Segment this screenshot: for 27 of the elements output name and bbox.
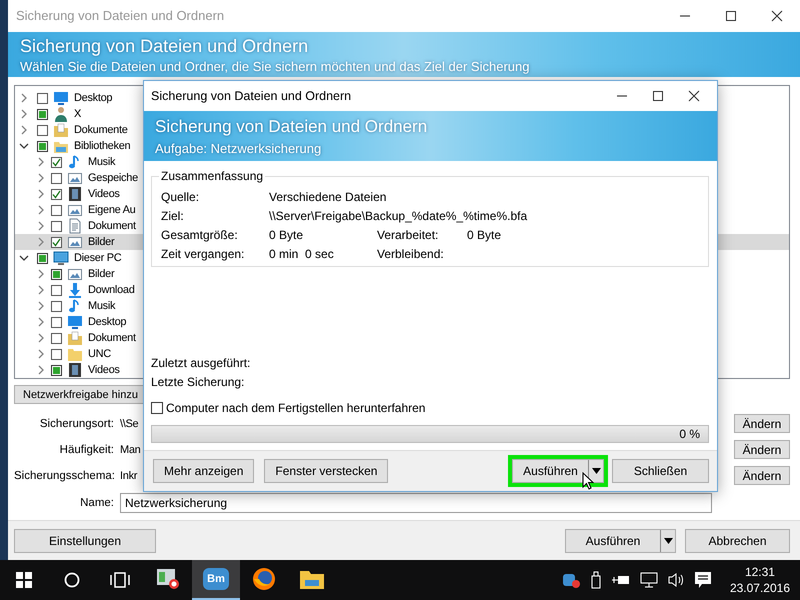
- summary-label: Verarbeitet:: [377, 228, 438, 242]
- field-value: Inkr: [120, 470, 138, 482]
- summary-label: Verbleibend:: [377, 246, 444, 260]
- header-subtitle: Wählen Sie die Dateien und Ordner, die Sie sichern möchten und das Ziel der Sicherung: [20, 58, 530, 74]
- header-title: Sicherung von Dateien und Ordnern: [20, 36, 310, 57]
- field-label: Häufigkeit:: [58, 444, 114, 456]
- summary-label: Ziel:: [161, 208, 184, 222]
- header-title: Sicherung von Dateien und Ordnern: [155, 116, 428, 136]
- window-title: Sicherung von Dateien und Ordnern: [16, 8, 226, 24]
- header-subtitle: Aufgabe: Netzwerksicherung: [155, 140, 322, 156]
- summary-value: 0 min 0 sec: [269, 246, 334, 260]
- summary-label: Gesamtgröße:: [161, 228, 238, 242]
- dialog-title: Sicherung von Dateien und Ordnern: [151, 89, 352, 103]
- field-label: Name:: [79, 496, 114, 509]
- summary-value: 0 Byte: [269, 228, 304, 242]
- field-label: Sicherungsschema:: [14, 470, 114, 482]
- summary-label: Quelle:: [161, 190, 200, 204]
- status-label: Zuletzt ausgeführt:: [151, 355, 252, 372]
- summary-value: 0 Byte: [467, 228, 502, 242]
- field-value: \\Se: [120, 418, 138, 430]
- summary-value: \\Server\Freigabe\Backup_%date%_%time%.bfa: [269, 208, 528, 222]
- field-label: Sicherungsort:: [38, 418, 114, 430]
- group-title: Zusammenfassung: [160, 169, 264, 183]
- summary-label: Zeit vergangen:: [161, 246, 244, 260]
- progress-reading: 0 %: [679, 427, 700, 441]
- field-value: Man: [120, 444, 140, 456]
- summary-value: Verschiedene Dateien: [269, 190, 386, 204]
